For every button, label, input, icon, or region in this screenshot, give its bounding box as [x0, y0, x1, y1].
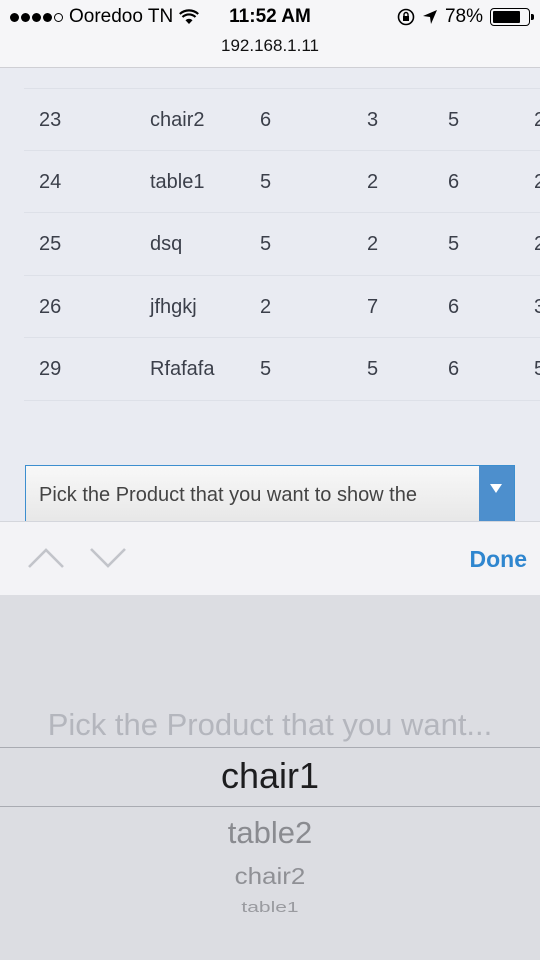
table-cell: 7 [367, 295, 379, 318]
table-cell: 29 [39, 358, 62, 380]
picker-selection-bottom-line [0, 806, 540, 807]
table-row: 29 Rfafafa 5 5 6 5 [24, 338, 540, 401]
table-cell: 2 [534, 233, 540, 255]
table-cell: dsq [150, 233, 183, 255]
product-select-value: Pick the Product that you want to show t… [39, 484, 417, 506]
picker-option[interactable]: chair2 [0, 863, 540, 891]
picker-option[interactable]: table2 [0, 815, 540, 851]
table-row: 25 dsq 5 2 5 2 [24, 213, 540, 276]
status-bar: Ooredoo TN 11:52 AM 78% 192.168.1.11 [0, 0, 540, 68]
table-cell: 5 [534, 358, 540, 380]
table-cell: 6 [448, 170, 460, 193]
table-cell: 3 [534, 295, 540, 318]
table-cell: 2 [534, 109, 540, 131]
location-arrow-icon [422, 10, 437, 24]
table-cell: 5 [448, 233, 460, 255]
table-cell: 25 [39, 233, 62, 255]
table-cell: jfhgkj [150, 295, 197, 318]
table-row: 23 chair2 6 3 5 2 [24, 88, 540, 151]
table-cell: 23 [39, 109, 62, 131]
done-button[interactable]: Done [470, 546, 528, 573]
battery-percentage: 78% [444, 6, 483, 27]
product-select[interactable]: Pick the Product that you want to show t… [25, 465, 515, 524]
table-cell: 2 [260, 295, 272, 318]
table-cell: 5 [260, 233, 272, 255]
table-cell: 3 [367, 109, 379, 131]
chevron-down-icon[interactable] [88, 546, 128, 570]
table-cell: 6 [448, 295, 460, 318]
table-row: 26 jfhgkj 2 7 6 3 [24, 276, 540, 338]
chevron-up-icon[interactable] [26, 546, 66, 570]
table-cell: Rfafafa [150, 358, 215, 380]
table-cell: 6 [260, 109, 272, 131]
table-cell: 2 [534, 170, 540, 193]
rotation-lock-icon [397, 8, 415, 26]
picker-selection-top-line [0, 747, 540, 748]
battery-icon [490, 8, 534, 26]
table-cell: 2 [367, 233, 379, 255]
keyboard-accessory-bar: Done [0, 521, 540, 595]
table-cell: 5 [260, 358, 272, 380]
picker-wheel[interactable]: Pick the Product that you want... chair1… [0, 595, 540, 960]
table-cell: 2 [367, 170, 379, 193]
url-address[interactable]: 192.168.1.11 [0, 36, 540, 56]
table-cell: 6 [448, 358, 460, 380]
table-cell: 26 [39, 295, 62, 318]
dropdown-arrow-icon[interactable] [479, 466, 514, 524]
table-cell: 5 [260, 170, 272, 193]
table-cell: chair2 [150, 109, 205, 131]
picker-option[interactable]: table1 [0, 900, 540, 917]
picker-option-selected[interactable]: chair1 [0, 755, 540, 797]
products-table: 23 chair2 6 3 5 2 24 table1 5 2 6 2 25 dsq 5 2 5 2 26 jfhgk… [0, 88, 540, 401]
table-cell: 5 [367, 358, 379, 380]
table-cell: 5 [448, 109, 460, 131]
picker-option-placeholder[interactable]: Pick the Product that you want... [0, 707, 540, 743]
table-cell: table1 [150, 170, 205, 193]
table-cell: 24 [39, 170, 62, 193]
table-row: 24 table1 5 2 6 2 [24, 151, 540, 213]
